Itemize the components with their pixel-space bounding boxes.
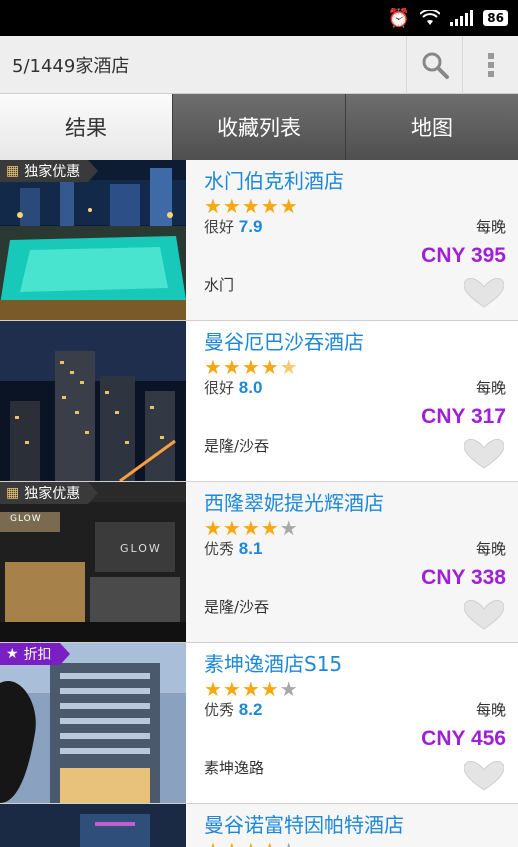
badge-label: 独家优惠 xyxy=(24,486,81,502)
discount-badge: ★ 折扣 xyxy=(0,643,70,665)
star-icon: ★ xyxy=(6,646,19,662)
signal-strength-icon xyxy=(450,10,474,26)
favorite-heart-icon[interactable] xyxy=(464,278,504,308)
hotel-photo: ▦ 独家优惠 xyxy=(0,160,186,320)
badge-label: 折扣 xyxy=(23,647,52,663)
result-count-title: 5/1449家酒店 xyxy=(12,55,130,77)
favorite-heart-icon[interactable] xyxy=(464,600,504,630)
hotel-info: 曼谷诺富特因帕特酒店 ★★★★★ xyxy=(186,804,518,847)
search-icon xyxy=(422,52,449,79)
guest-rating: 很好 7.9 xyxy=(204,217,263,236)
wifi-icon xyxy=(420,10,441,25)
star-rating: ★★★★★ xyxy=(204,194,299,218)
per-night-label: 每晚 xyxy=(475,218,506,236)
price-value: CNY 395 xyxy=(421,244,506,267)
hotel-name[interactable]: 曼谷诺富特因帕特酒店 xyxy=(204,809,518,838)
hotel-list: ▦ 独家优惠 水门伯克利酒店 ★★★★★ 很好 7.9 每晚 CNY 395 水… xyxy=(0,160,518,847)
hotel-list-item[interactable]: GLOW GLOW ▦ 独家优惠 西隆翠妮提光辉酒店 ★★★★★ 优秀 8.1 … xyxy=(0,482,518,643)
glow-sign: GLOW xyxy=(120,542,162,555)
gift-icon: ▦ xyxy=(6,163,20,179)
hotel-name[interactable]: 水门伯克利酒店 xyxy=(204,165,518,194)
star-rating: ★★★★★ xyxy=(204,839,518,847)
exclusive-deal-badge: ▦ 独家优惠 xyxy=(0,482,99,504)
per-night-label: 每晚 xyxy=(475,379,506,397)
hotel-photo: ★ 折扣 xyxy=(0,643,186,803)
hotel-list-item[interactable]: ★ 折扣 素坤逸酒店S15 ★★★★★ 优秀 8.2 每晚 CNY 456 素坤… xyxy=(0,643,518,804)
per-night-label: 每晚 xyxy=(475,540,506,558)
view-tabs: 结果 收藏列表 地图 xyxy=(0,94,518,160)
hotel-name[interactable]: 西隆翠妮提光辉酒店 xyxy=(204,487,518,516)
gift-icon: ▦ xyxy=(6,485,20,501)
price-value: CNY 317 xyxy=(421,405,506,428)
glow-sign: GLOW xyxy=(10,514,42,524)
guest-rating: 优秀 8.1 xyxy=(204,539,263,558)
star-rating: ★★★★★ xyxy=(204,677,299,701)
hotel-photo xyxy=(0,321,186,481)
hotel-list-item[interactable]: 曼谷厄巴沙吞酒店 ★★★★★ 很好 8.0 每晚 CNY 317 是隆/沙吞 xyxy=(0,321,518,482)
alarm-clock-icon: ⏰ xyxy=(387,7,411,29)
hotel-info: 素坤逸酒店S15 ★★★★★ 优秀 8.2 每晚 CNY 456 素坤逸路 xyxy=(186,643,518,803)
hotel-list-item[interactable]: ▦ 独家优惠 水门伯克利酒店 ★★★★★ 很好 7.9 每晚 CNY 395 水… xyxy=(0,160,518,321)
hotel-area: 是隆/沙吞 xyxy=(204,598,270,616)
hotel-info: 曼谷厄巴沙吞酒店 ★★★★★ 很好 8.0 每晚 CNY 317 是隆/沙吞 xyxy=(186,321,518,481)
hotel-name[interactable]: 素坤逸酒店S15 xyxy=(204,648,518,677)
guest-rating: 优秀 8.2 xyxy=(204,700,263,719)
per-night-label: 每晚 xyxy=(475,701,506,719)
app-bar: 5/1449家酒店 xyxy=(0,35,518,94)
hotel-photo xyxy=(0,804,186,847)
overflow-menu-button[interactable] xyxy=(462,35,518,94)
tab-map[interactable]: 地图 xyxy=(345,94,518,160)
tab-results[interactable]: 结果 xyxy=(0,94,172,160)
exclusive-deal-badge: ▦ 独家优惠 xyxy=(0,160,99,182)
hotel-photo: GLOW GLOW ▦ 独家优惠 xyxy=(0,482,186,642)
price-value: CNY 338 xyxy=(421,566,506,589)
hotel-area: 是隆/沙吞 xyxy=(204,437,270,455)
hotel-info: 水门伯克利酒店 ★★★★★ 很好 7.9 每晚 CNY 395 水门 xyxy=(186,160,518,320)
hotel-name[interactable]: 曼谷厄巴沙吞酒店 xyxy=(204,326,518,355)
hotel-info: 西隆翠妮提光辉酒店 ★★★★★ 优秀 8.1 每晚 CNY 338 是隆/沙吞 xyxy=(186,482,518,642)
badge-label: 独家优惠 xyxy=(24,164,81,180)
price-value: CNY 456 xyxy=(421,727,506,750)
star-rating: ★★★★★ xyxy=(204,516,299,540)
favorite-heart-icon[interactable] xyxy=(464,439,504,469)
more-vertical-icon xyxy=(487,52,494,77)
hotel-area: 素坤逸路 xyxy=(204,759,265,777)
hotel-area: 水门 xyxy=(204,276,235,294)
star-rating: ★★★★★ xyxy=(204,355,299,379)
tab-favorites[interactable]: 收藏列表 xyxy=(172,94,345,160)
battery-icon: 86 xyxy=(483,10,508,26)
search-button[interactable] xyxy=(406,35,462,94)
favorite-heart-icon[interactable] xyxy=(464,761,504,791)
guest-rating: 很好 8.0 xyxy=(204,378,263,397)
status-bar: ⏰ 86 xyxy=(0,0,518,36)
hotel-list-item[interactable]: 曼谷诺富特因帕特酒店 ★★★★★ xyxy=(0,804,518,847)
